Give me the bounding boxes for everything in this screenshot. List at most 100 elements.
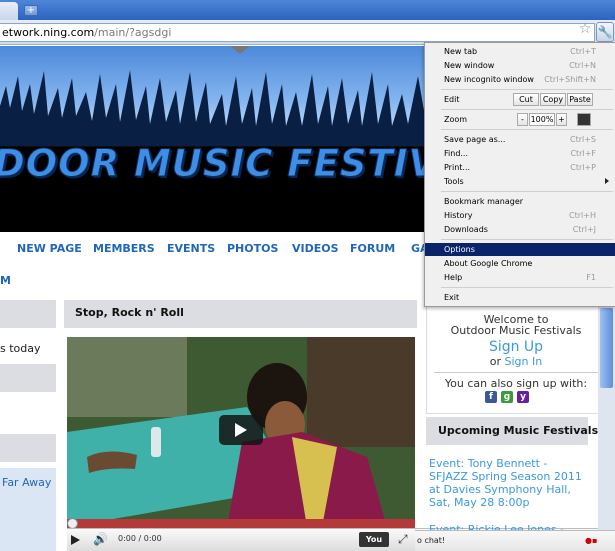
menu-bookmark-manager-label: Bookmark manager	[444, 197, 524, 206]
nav-videos[interactable]: VIDEOS	[292, 242, 339, 255]
url-path: /main/?agsdgi	[94, 26, 172, 39]
chrome-menu: New tab Ctrl+T New window Ctrl+N New incog…	[424, 42, 615, 307]
new-tab-button[interactable]: +	[24, 5, 38, 16]
address-bar[interactable]: etwork.ning.com/main/?agsdgi	[0, 23, 595, 42]
menu-separator	[441, 109, 613, 110]
crowd-silhouette	[0, 70, 425, 146]
menu-exit[interactable]: Exit	[425, 291, 615, 304]
left-box-header-2	[0, 364, 56, 392]
zoom-in-button[interactable]: +	[556, 113, 567, 126]
site-banner[interactable]: DOOR MUSIC FESTIVALS	[0, 46, 425, 232]
menu-exit-label: Exit	[444, 293, 460, 302]
url-host: etwork.ning.com	[2, 26, 95, 39]
menu-new-tab[interactable]: New tab Ctrl+T	[425, 45, 615, 58]
menu-incognito-label: New incognito window	[444, 75, 534, 84]
video-player[interactable]	[67, 337, 415, 527]
nav-members[interactable]: MEMBERS	[93, 242, 155, 255]
menu-new-window[interactable]: New window Ctrl+N	[425, 59, 615, 72]
google-icon[interactable]: g	[501, 391, 513, 403]
active-tab[interactable]	[0, 2, 18, 20]
sign-in-link[interactable]: Sign In	[505, 355, 543, 368]
menu-history-shortcut: Ctrl+H	[569, 211, 596, 220]
banner-title: DOOR MUSIC FESTIVALS	[0, 142, 425, 186]
menu-incognito[interactable]: New incognito window Ctrl+Shift+N	[425, 73, 615, 86]
menu-downloads-label: Downloads	[444, 225, 488, 234]
paste-button[interactable]: Paste	[567, 93, 593, 106]
menu-separator	[441, 129, 613, 130]
copy-button[interactable]: Copy	[540, 93, 566, 106]
menu-tools[interactable]: Tools	[425, 175, 615, 188]
play-icon[interactable]	[71, 535, 80, 545]
menu-about-label: About Google Chrome	[444, 259, 533, 268]
menu-history-label: History	[444, 211, 473, 220]
menu-separator	[441, 89, 613, 90]
facebook-icon[interactable]: f	[485, 391, 497, 403]
video-progress-bar[interactable]	[67, 518, 415, 529]
menu-bookmark-manager[interactable]: Bookmark manager	[425, 195, 615, 208]
chat-status-icon[interactable]: ●▪	[585, 536, 597, 545]
menu-zoom-label: Zoom	[444, 115, 468, 124]
menu-separator	[441, 191, 613, 192]
welcome-line2: Outdoor Music Festivals	[450, 324, 582, 337]
menu-options[interactable]: Options	[425, 243, 615, 256]
menu-about[interactable]: About Google Chrome	[425, 257, 615, 270]
cut-button[interactable]: Cut	[513, 93, 539, 106]
page-scrollbar[interactable]	[598, 304, 615, 530]
sign-in-row: or Sign In	[427, 355, 605, 368]
scrollbar-thumb[interactable]	[600, 308, 613, 388]
yahoo-icon[interactable]: y	[517, 391, 529, 403]
menu-separator	[441, 287, 613, 288]
zoom-level: 100%	[529, 113, 555, 126]
nav-photos[interactable]: PHOTOS	[227, 242, 278, 255]
nav-forum[interactable]: FORUM	[350, 242, 395, 255]
menu-downloads[interactable]: Downloads Ctrl+J	[425, 223, 615, 236]
fullscreen-icon[interactable]: ⤢	[398, 532, 408, 547]
chat-bar[interactable]: o chat! ●▪	[415, 530, 615, 551]
menu-incognito-shortcut: Ctrl+Shift+N	[544, 75, 596, 84]
menu-edit-label: Edit	[444, 95, 460, 104]
menu-new-window-shortcut: Ctrl+N	[569, 61, 596, 70]
subnav-item[interactable]: M	[0, 274, 11, 287]
sign-up-link[interactable]: Sign Up	[427, 339, 605, 355]
menu-save-page[interactable]: Save page as... Ctrl+S	[425, 133, 615, 146]
chat-text: o chat!	[417, 536, 446, 545]
fullscreen-icon[interactable]	[577, 113, 591, 126]
upcoming-festivals-title: Upcoming Music Festivals	[426, 417, 598, 445]
left-far-away[interactable]: Far Away	[0, 468, 56, 551]
menu-edit-row: Edit Cut Copy Paste	[425, 93, 615, 106]
nav-events[interactable]: EVENTS	[167, 242, 215, 255]
menu-new-tab-shortcut: Ctrl+T	[570, 47, 596, 56]
menu-options-label: Options	[444, 245, 475, 254]
menu-tools-label: Tools	[444, 177, 464, 186]
zoom-out-button[interactable]: -	[517, 113, 528, 126]
star-icon[interactable]: ☆	[577, 21, 593, 37]
menu-new-window-label: New window	[444, 61, 495, 70]
tab-strip: +	[0, 0, 615, 20]
left-box-header-3	[0, 434, 56, 462]
menu-zoom-row: Zoom - 100% +	[425, 113, 615, 126]
menu-print-shortcut: Ctrl+P	[570, 163, 596, 172]
left-far-text: Far Away	[2, 476, 52, 489]
menu-find[interactable]: Find... Ctrl+F	[425, 147, 615, 160]
volume-icon[interactable]: 🔊	[93, 532, 108, 546]
menu-print[interactable]: Print... Ctrl+P	[425, 161, 615, 174]
social-signup-icons: f g y	[485, 391, 545, 403]
left-today-text: s today	[0, 342, 41, 355]
left-box-header	[0, 300, 56, 328]
divider	[434, 372, 600, 373]
wrench-icon[interactable]: 🔧	[596, 22, 614, 42]
menu-history[interactable]: History Ctrl+H	[425, 209, 615, 222]
event-link-1[interactable]: Event: Tony Bennett - SFJAZZ Spring Seas…	[429, 457, 589, 509]
site-nav: NEW PAGE MEMBERS EVENTS PHOTOS VIDEOS FO…	[0, 242, 429, 260]
banner-notch	[230, 46, 250, 54]
play-overlay-button[interactable]	[219, 415, 263, 445]
menu-help[interactable]: Help F1	[425, 271, 615, 284]
menu-downloads-shortcut: Ctrl+J	[572, 225, 596, 234]
nav-new-page[interactable]: NEW PAGE	[17, 242, 82, 255]
submenu-arrow-icon	[605, 178, 609, 184]
youtube-logo[interactable]: You Tube	[359, 532, 389, 551]
menu-find-label: Find...	[444, 149, 469, 158]
section-title: Stop, Rock n' Roll	[64, 300, 417, 328]
video-time: 0:00 / 0:00	[118, 534, 162, 543]
menu-print-label: Print...	[444, 163, 471, 172]
